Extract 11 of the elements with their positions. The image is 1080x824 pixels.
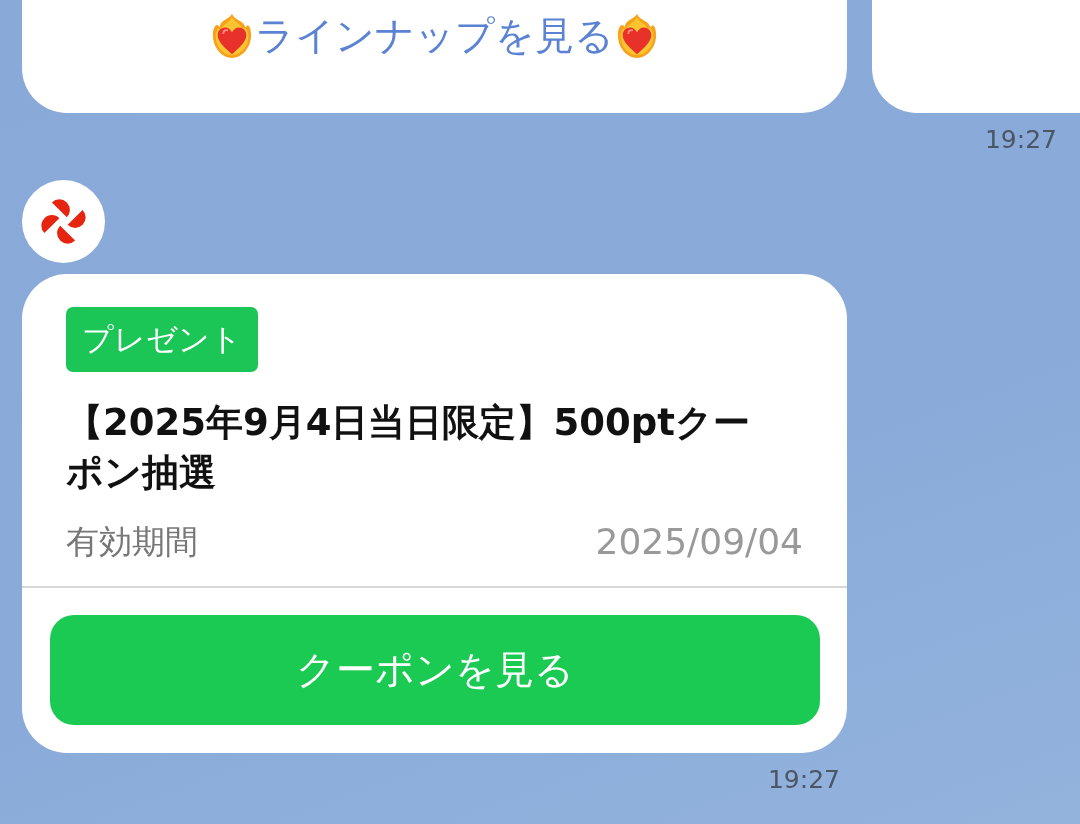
coupon-title: 【2025年9月4日当日限定】500ptクーポン抽選 [66, 400, 751, 496]
message-time: 19:27 [767, 765, 840, 795]
pinwheel-avatar-icon [22, 180, 105, 263]
view-coupon-button[interactable]: クーポンを見る [50, 615, 820, 725]
lineup-link[interactable]: ラインナップを見る [211, 10, 658, 62]
heart-on-fire-icon [616, 12, 658, 60]
heart-on-fire-icon [211, 12, 253, 60]
validity-label: 有効期間 [66, 521, 198, 563]
present-badge: プレゼント [66, 307, 258, 372]
validity-date: 2025/09/04 [595, 520, 803, 564]
message-time: 19:27 [984, 125, 1057, 155]
